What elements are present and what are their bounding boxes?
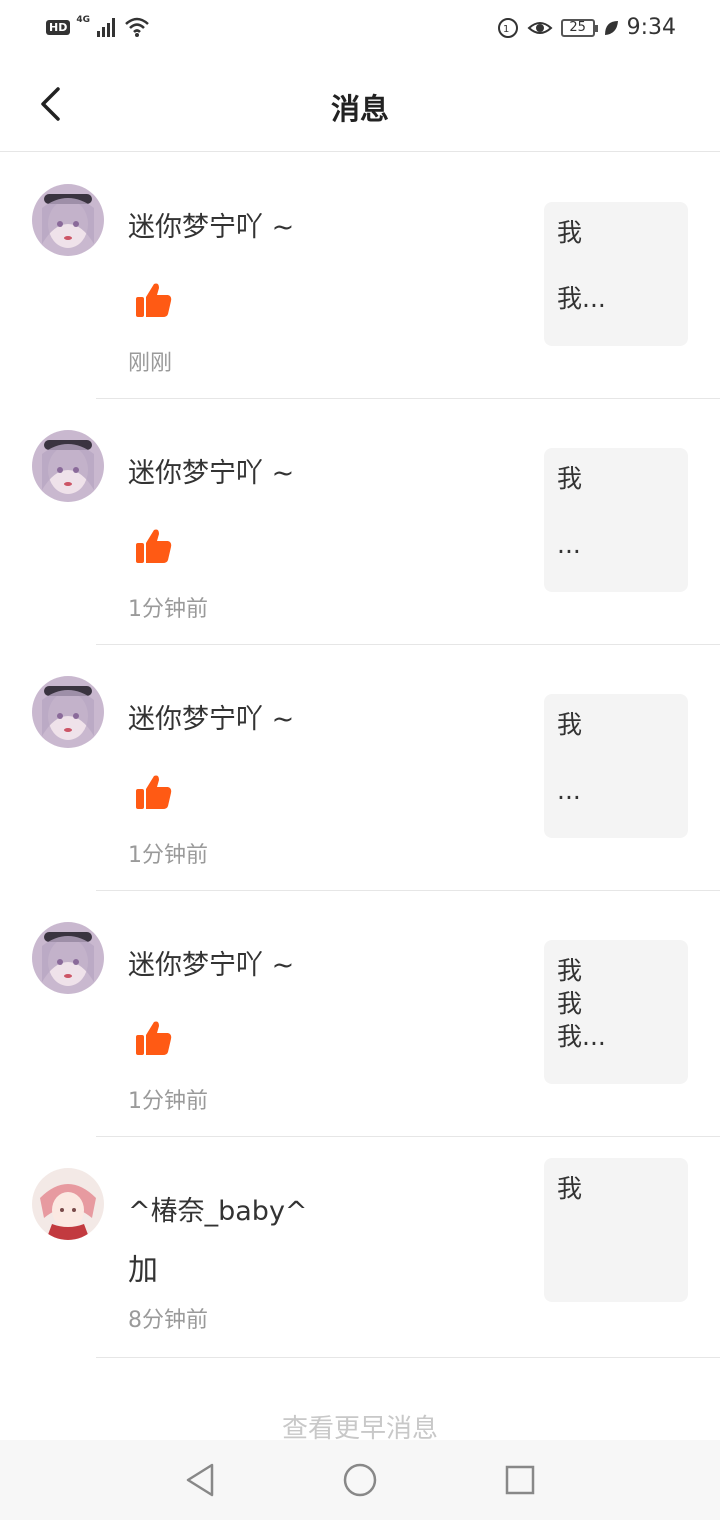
nav-recents-button[interactable] [498,1458,542,1502]
message-item[interactable]: ^椿奈_baby^ 加 8分钟前 我 [0,1137,720,1358]
circle-home-icon [343,1463,377,1497]
post-preview[interactable]: 我 [544,1158,688,1302]
thumbs-up-icon [136,283,172,317]
avatar[interactable] [32,922,104,994]
leaf-icon [604,20,618,35]
avatar[interactable] [32,430,104,502]
message-item[interactable]: 迷你梦宁吖 ~ 1分钟前 我 我 我... [0,891,720,1137]
data-saver-icon: 1 [497,17,518,38]
post-preview[interactable]: 我 ... [544,694,688,838]
page-title: 消息 [330,92,389,126]
message-time: 刚刚 [128,351,173,376]
username[interactable]: ^椿奈_baby^ [128,1189,308,1228]
system-nav-bar [0,1440,720,1520]
signal-icon [97,18,115,37]
message-item[interactable]: 迷你梦宁吖 ~ 1分钟前 我 ... [0,399,720,645]
message-time: 1分钟前 [128,843,208,868]
divider [96,1357,720,1358]
header: 消息 [0,56,720,152]
triangle-back-icon [186,1463,214,1497]
message-item[interactable]: 迷你梦宁吖 ~ 1分钟前 我 ... [0,645,720,891]
clock: 9:34 [626,15,676,40]
battery-indicator: 25 [560,18,598,37]
thumbs-up-icon [136,529,172,563]
nav-back-button[interactable] [178,1458,222,1502]
svg-text:1: 1 [503,24,509,35]
avatar[interactable] [32,184,104,256]
username[interactable]: 迷你梦宁吖 ~ [128,697,294,736]
network-type-label: 4G [76,15,90,25]
status-bar: HD 4G 1 25 9:34 [0,0,720,56]
reply-text: 加 [128,1253,158,1288]
post-preview[interactable]: 我 ... [544,448,688,592]
username[interactable]: 迷你梦宁吖 ~ [128,943,294,982]
wifi-icon [125,17,149,37]
message-item[interactable]: 迷你梦宁吖 ~ 刚刚 我 我... [0,153,720,399]
hd-badge: HD [46,19,71,35]
message-list: 迷你梦宁吖 ~ 刚刚 我 我... 迷你梦宁吖 ~ 1分钟前 我 ... 迷你梦… [0,153,720,1358]
avatar[interactable] [32,676,104,748]
thumbs-up-icon [136,1021,172,1055]
message-time: 1分钟前 [128,597,208,622]
username[interactable]: 迷你梦宁吖 ~ [128,451,294,490]
post-preview[interactable]: 我 我... [544,202,688,346]
thumbs-up-icon [136,775,172,809]
avatar[interactable] [32,1168,104,1240]
message-time: 8分钟前 [128,1308,208,1333]
eye-comfort-icon [527,21,553,34]
nav-home-button[interactable] [338,1458,382,1502]
message-time: 1分钟前 [128,1089,208,1114]
post-preview[interactable]: 我 我 我... [544,940,688,1084]
square-recents-icon [505,1465,535,1495]
username[interactable]: 迷你梦宁吖 ~ [128,205,294,244]
